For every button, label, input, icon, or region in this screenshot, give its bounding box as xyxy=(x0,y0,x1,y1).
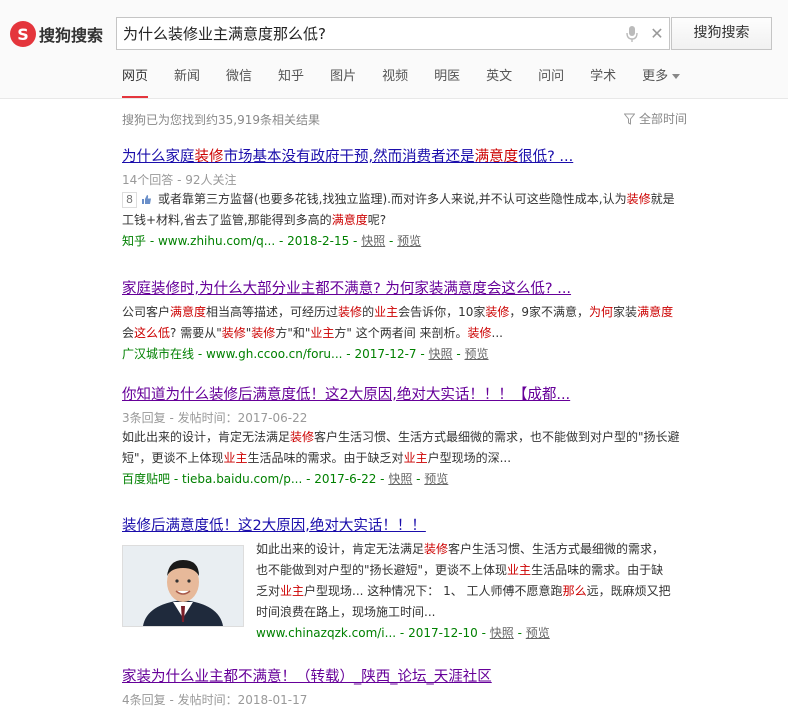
snapshot-link[interactable]: 快照 xyxy=(361,234,385,248)
search-button[interactable]: 搜狗搜索 xyxy=(671,17,772,50)
search-input[interactable] xyxy=(123,18,603,49)
sogou-logo[interactable]: S 搜狗搜索 xyxy=(10,19,103,49)
tab-news[interactable]: 新闻 xyxy=(174,66,200,98)
result-title[interactable]: 家装为什么业主都不满意！（转载）_陕西_论坛_天涯社区 xyxy=(122,667,682,687)
tab-more[interactable]: 更多 xyxy=(642,66,681,98)
result-source: 百度贴吧 xyxy=(122,472,171,486)
header-bar: S 搜狗搜索 ✕ 搜狗搜索 网页 新闻 微信 知乎 图片 视频 明医 英文 问问… xyxy=(0,0,788,99)
result-snippet: 8 或者靠第三方监督(也要多花钱,找独立监理).而对许多人来说,并不认可这些隐性成… xyxy=(122,192,675,227)
search-result: 装修后满意度低！这2大原因,绝对大实话！！！ 如此出来的设计，肯定无法满足装修客… xyxy=(122,516,682,646)
snapshot-link[interactable]: 快照 xyxy=(388,472,412,486)
snapshot-link[interactable]: 快照 xyxy=(490,626,514,640)
result-meta: 4条回复 - 发帖时间：2018-01-17 xyxy=(122,693,308,707)
result-thumbnail[interactable] xyxy=(122,545,244,627)
tab-images[interactable]: 图片 xyxy=(330,66,356,98)
preview-link[interactable]: 预览 xyxy=(526,626,550,640)
result-url-line: 广汉城市在线 - www.gh.ccoo.cn/foru... - 2017-1… xyxy=(122,347,489,361)
tab-web[interactable]: 网页 xyxy=(122,66,149,98)
result-url-line: 知乎 - www.zhihu.com/q... - 2018-2-15 - 快照… xyxy=(122,234,422,248)
result-date: 2018-2-15 xyxy=(287,234,350,248)
tab-weixin[interactable]: 微信 xyxy=(226,66,252,98)
more-label: 更多 xyxy=(642,69,669,84)
answer-count-badge: 8 xyxy=(122,192,137,208)
result-image-text: 如此出来的设计，肯定无法满足装修客户生活习惯、生活方式最细微的需求，也不能做到对… xyxy=(256,539,672,643)
result-meta: 14个回答 - 92人关注 xyxy=(122,173,237,187)
preview-link[interactable]: 预览 xyxy=(465,347,489,361)
tab-video[interactable]: 视频 xyxy=(382,66,408,98)
tab-scholar[interactable]: 学术 xyxy=(590,66,616,98)
search-result: 你知道为什么装修后满意度低！这2大原因,绝对大实话！！！【成都... 3条回复 … xyxy=(122,385,682,489)
tab-english[interactable]: 英文 xyxy=(486,66,512,98)
tab-medical[interactable]: 明医 xyxy=(434,66,460,98)
chevron-down-icon xyxy=(672,74,681,79)
time-filter-label: 全部时间 xyxy=(639,112,688,126)
result-url-line: 百度贴吧 - tieba.baidu.com/p... - 2017-6-22 … xyxy=(122,472,449,486)
result-source: 知乎 xyxy=(122,234,147,248)
result-date: 2017-12-7 xyxy=(354,347,417,361)
result-title[interactable]: 装修后满意度低！这2大原因,绝对大实话！！！ xyxy=(122,516,682,536)
search-box: ✕ xyxy=(116,17,670,50)
result-meta: 3条回复 - 发帖时间：2017-06-22 xyxy=(122,411,308,425)
time-filter[interactable]: 全部时间 xyxy=(624,110,687,127)
result-date: 2017-6-22 xyxy=(314,472,377,486)
thumbs-up-icon xyxy=(142,195,151,204)
sogou-logo-icon: S xyxy=(10,21,36,47)
search-result: 为什么家庭装修市场基本没有政府干预,然而消费者还是满意度很低? ... 14个回… xyxy=(122,147,682,251)
snapshot-link[interactable]: 快照 xyxy=(429,347,453,361)
result-url: www.chinazqzk.com/i... xyxy=(256,626,397,640)
tab-wenwen[interactable]: 问问 xyxy=(538,66,564,98)
tab-zhihu[interactable]: 知乎 xyxy=(278,66,304,98)
filter-icon xyxy=(624,113,635,125)
result-source: 广汉城市在线 xyxy=(122,347,195,361)
nav-tabs: 网页 新闻 微信 知乎 图片 视频 明医 英文 问问 学术 更多 xyxy=(122,66,706,98)
result-title[interactable]: 你知道为什么装修后满意度低！这2大原因,绝对大实话！！！【成都... xyxy=(122,385,682,405)
result-snippet: 如此出来的设计，肯定无法满足装修客户生活习惯、生活方式最细微的需求，也不能做到对… xyxy=(122,430,680,465)
result-snippet: 公司客户满意度相当高等描述，可经历过装修的业主会告诉你，10家装修，9家不满意，… xyxy=(122,305,674,340)
portrait-photo xyxy=(123,546,243,626)
search-result: 家装为什么业主都不满意！（转载）_陕西_论坛_天涯社区 4条回复 - 发帖时间：… xyxy=(122,667,682,709)
result-url: tieba.baidu.com/p... xyxy=(181,472,303,486)
result-title[interactable]: 家庭装修时,为什么大部分业主都不满意? 为何家装满意度会这么低? ... xyxy=(122,279,682,299)
result-url-line: www.chinazqzk.com/i... - 2017-12-10 - 快照… xyxy=(256,626,550,640)
preview-link[interactable]: 预览 xyxy=(397,234,421,248)
result-date: 2017-12-10 xyxy=(408,626,478,640)
result-url: www.gh.ccoo.cn/foru... xyxy=(205,347,343,361)
search-result: 家庭装修时,为什么大部分业主都不满意? 为何家装满意度会这么低? ... 公司客… xyxy=(122,279,682,364)
preview-link[interactable]: 预览 xyxy=(424,472,448,486)
result-title[interactable]: 为什么家庭装修市场基本没有政府干预,然而消费者还是满意度很低? ... xyxy=(122,147,682,167)
clear-icon[interactable]: ✕ xyxy=(649,26,665,42)
result-snippet: 如此出来的设计，肯定无法满足装修客户生活习惯、生活方式最细微的需求，也不能做到对… xyxy=(256,542,671,619)
result-url: www.zhihu.com/q... xyxy=(157,234,276,248)
logo-text: 搜狗搜索 xyxy=(39,26,104,45)
result-count: 搜狗已为您找到约35,919条相关结果 xyxy=(122,113,320,127)
microphone-icon[interactable] xyxy=(625,25,639,43)
